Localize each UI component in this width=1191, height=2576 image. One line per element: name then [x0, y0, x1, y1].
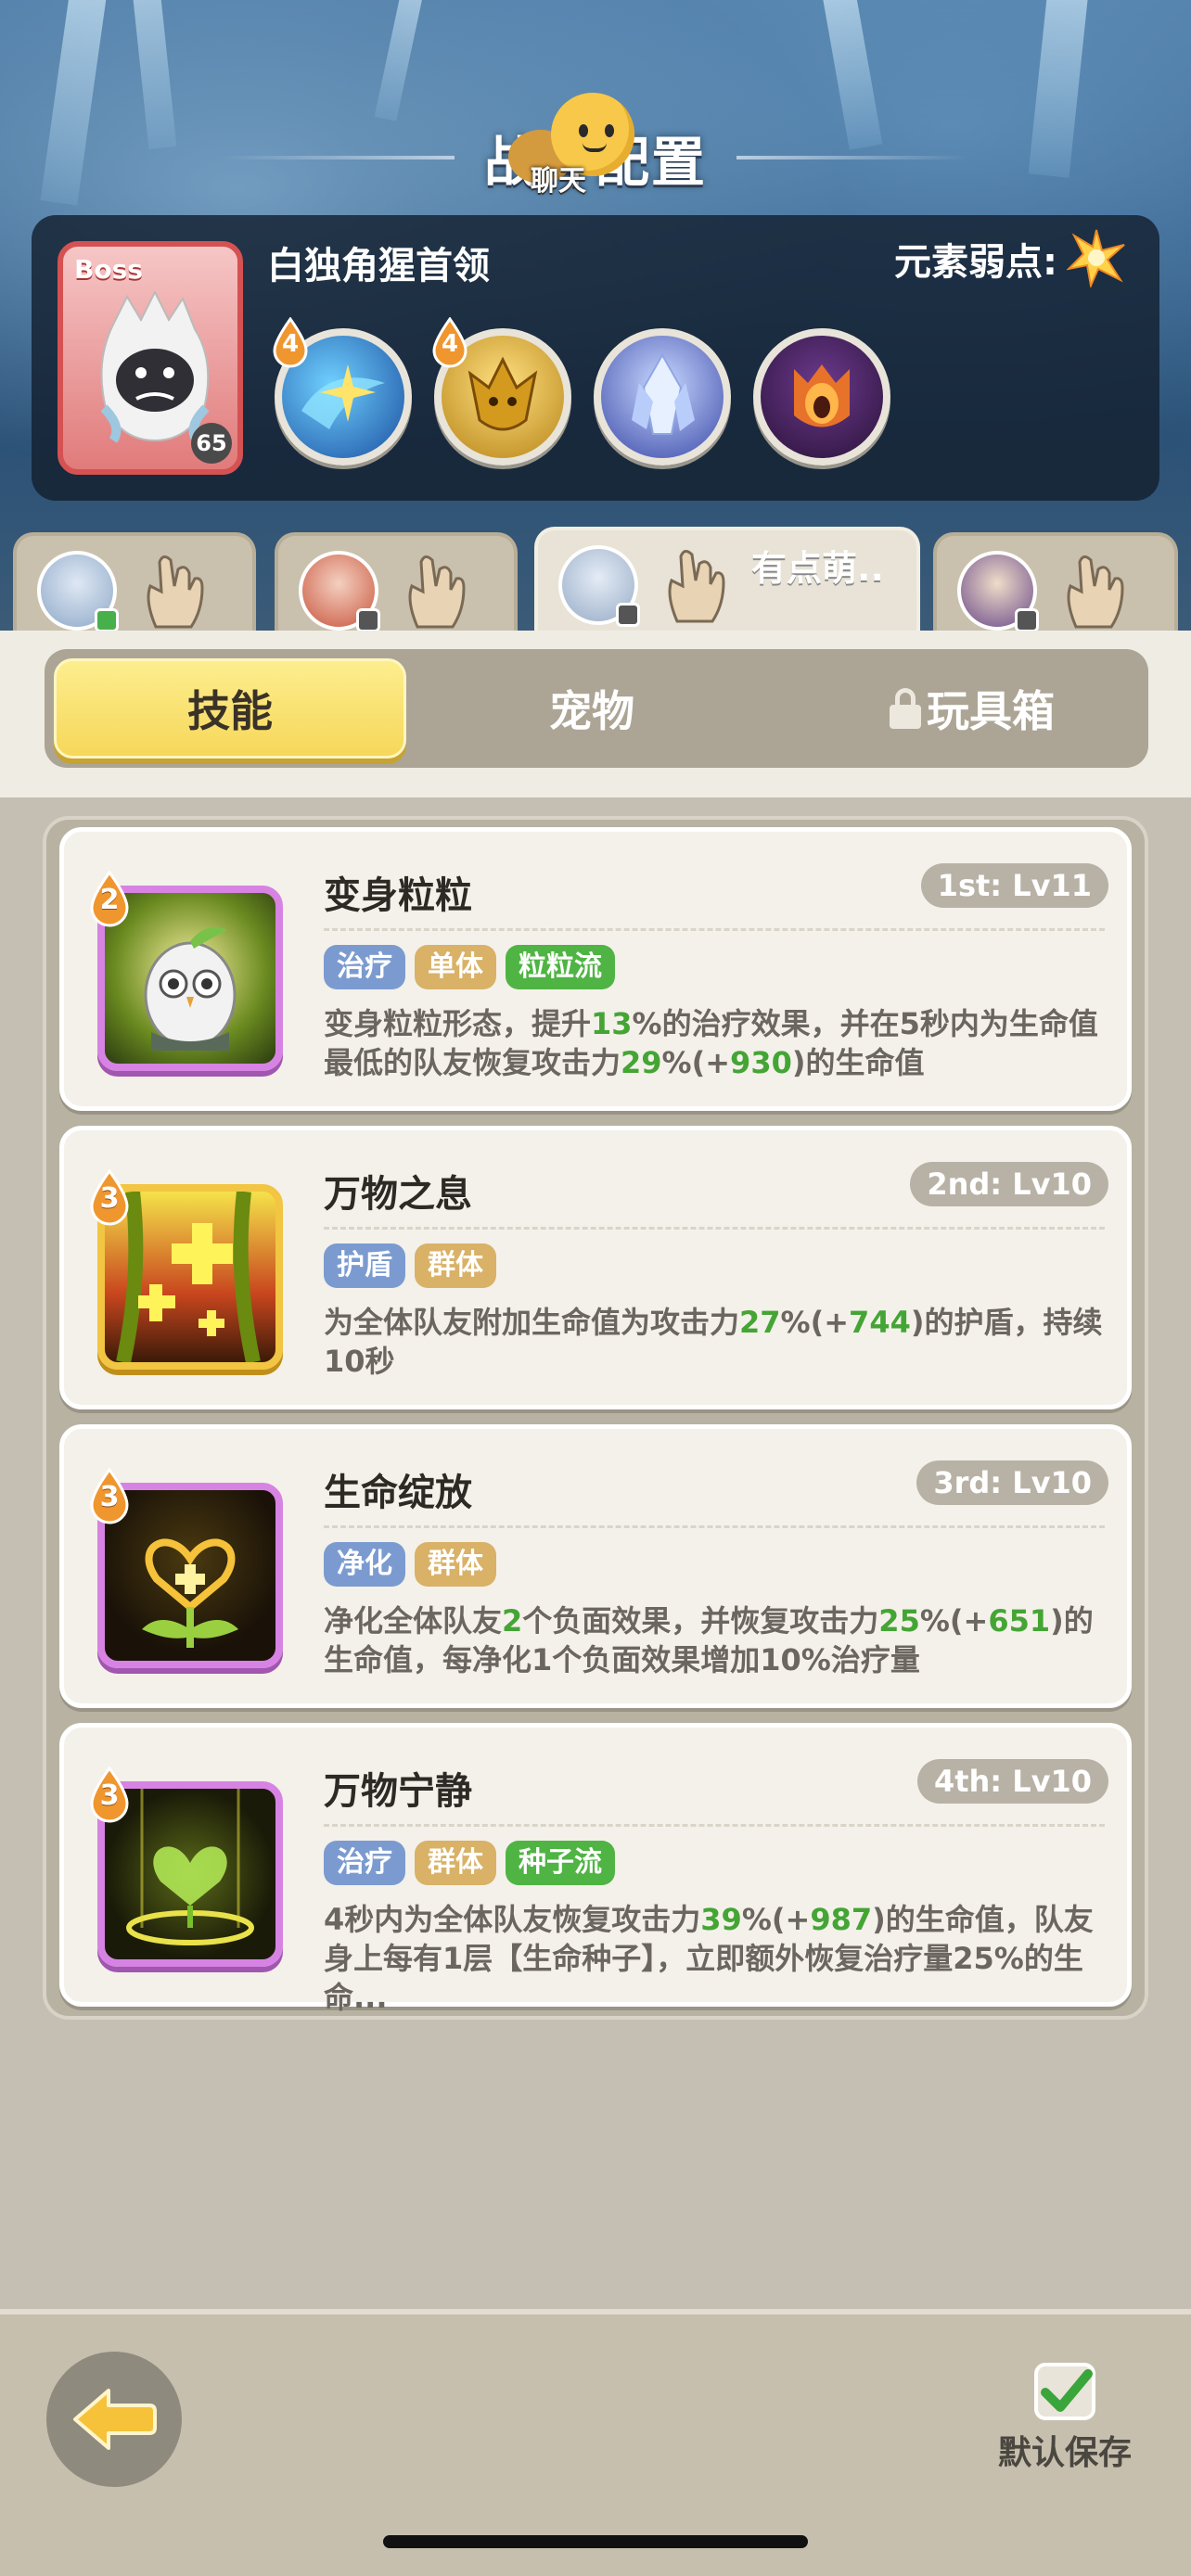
- skill-tag: 单体: [415, 945, 496, 989]
- boss-portrait-icon: [100, 289, 210, 443]
- hero-badge-icon: [616, 603, 640, 627]
- boss-panel: Boss 65 白独角猩首领 元素弱点: 4 4: [32, 215, 1159, 501]
- skill-tags: 治疗 单体 粒粒流: [324, 945, 615, 989]
- home-indicator: [383, 2535, 808, 2548]
- desc-text: 4秒内为全体队友恢复攻击力: [324, 1902, 701, 1937]
- skill-tag: 群体: [415, 1841, 496, 1885]
- tab-pets[interactable]: 宠物: [462, 658, 722, 759]
- skill-description: 为全体队友附加生命值为攻击力27%(+744)的护盾，持续10秒: [324, 1303, 1108, 1381]
- skill-tags: 护盾 群体: [324, 1243, 496, 1288]
- skill-description: 4秒内为全体队友恢复攻击力39%(+987)的生命值，队友身上每有1层【生命种子…: [324, 1900, 1108, 2017]
- chat-label: 聊天: [531, 165, 586, 198]
- tap-hand-icon: [408, 555, 466, 629]
- boss-name: 白独角猩首领: [267, 245, 490, 287]
- light-element-icon: [1067, 229, 1125, 287]
- cost-droplet-icon: [90, 871, 129, 927]
- desc-text: %(+: [741, 1902, 811, 1937]
- tab-skills[interactable]: 技能: [54, 658, 406, 759]
- tap-hand-icon: [1067, 555, 1124, 629]
- skill-name: 万物宁静: [324, 1770, 472, 1813]
- skill-card-1[interactable]: 2 变身粒粒 1st: Lv11 治疗 单体 粒粒流 变身粒粒形态，提升13%的…: [59, 827, 1132, 1111]
- hero-badge-icon: [356, 608, 380, 631]
- skill-tag: 净化: [324, 1542, 405, 1587]
- boss-tag: Boss: [74, 254, 143, 285]
- weakness-label: 元素弱点:: [894, 241, 1057, 284]
- desc-number: 744: [849, 1305, 911, 1340]
- dark-mask-icon: [794, 364, 850, 427]
- skill-tag: 治疗: [324, 1841, 405, 1885]
- skill-name: 万物之息: [324, 1173, 472, 1216]
- main-panel: 技能 宠物 玩具箱 2 变身粒粒 1st: Lv11 治疗 单体 粒粒流 变身粒…: [0, 631, 1191, 2309]
- skill-tag: 种子流: [506, 1841, 615, 1885]
- skill-name: 变身粒粒: [324, 874, 472, 917]
- boss-trait-3[interactable]: [594, 328, 731, 465]
- desc-text: 净化全体队友: [324, 1603, 503, 1639]
- desc-number: 987: [810, 1902, 873, 1937]
- default-save-label: 默认保存: [997, 2434, 1132, 2472]
- desc-number: 29: [621, 1045, 662, 1080]
- cost-droplet-icon: [90, 1766, 129, 1823]
- skill-rank: 2nd: Lv10: [910, 1162, 1108, 1206]
- boss-card[interactable]: Boss 65: [58, 241, 243, 475]
- trait-level-2: 4: [441, 330, 459, 358]
- skills-list: 2 变身粒粒 1st: Lv11 治疗 单体 粒粒流 变身粒粒形态，提升13%的…: [43, 816, 1148, 2020]
- skill-tag: 粒粒流: [506, 945, 615, 989]
- tap-hand-icon: [147, 555, 204, 629]
- cost-droplet-icon: [90, 1169, 129, 1226]
- desc-number: 13: [591, 1006, 633, 1041]
- back-button[interactable]: [46, 2352, 182, 2487]
- desc-text: 变身粒粒形态，提升: [324, 1006, 592, 1041]
- desc-number: 25: [878, 1603, 920, 1639]
- desc-text: %(+: [919, 1603, 989, 1639]
- skill-card-4[interactable]: 3 万物宁静 4th: Lv10 治疗 群体 种子流 4秒内为全体队友恢复攻击力…: [59, 1723, 1132, 2015]
- team-tab-4[interactable]: [933, 532, 1178, 631]
- desc-text: )的生命值: [791, 1045, 925, 1080]
- lock-icon: [890, 688, 921, 729]
- skill-tags: 治疗 群体 种子流: [324, 1841, 615, 1885]
- boss-trait-4[interactable]: [753, 328, 890, 465]
- skill-tag: 群体: [415, 1542, 496, 1587]
- checkbox-checked-icon: [1034, 2363, 1095, 2420]
- team-tab-name: 有点萌..: [751, 548, 884, 589]
- skill-tag: 护盾: [324, 1243, 405, 1288]
- default-save-button[interactable]: 默认保存: [972, 2363, 1158, 2474]
- skill-card-2[interactable]: 3 万物之息 2nd: Lv10 护盾 群体 为全体队友附加生命值为攻击力27%…: [59, 1126, 1132, 1409]
- skill-card-3[interactable]: 3 生命绽放 3rd: Lv10 净化 群体 净化全体队友2个负面效果，并恢复攻…: [59, 1424, 1132, 1708]
- battle-scene-background: 战斗配置 聊天 Boss 65 白独角猩首领 元素弱点:: [0, 0, 1191, 631]
- skill-tags: 净化 群体: [324, 1542, 496, 1587]
- skill-description: 净化全体队友2个负面效果，并恢复攻击力25%(+651)的生命值，每净化1个负面…: [324, 1601, 1108, 1679]
- desc-number: 27: [739, 1305, 781, 1340]
- ice-crystal-icon: [632, 352, 695, 435]
- tab-toybox[interactable]: 玩具箱: [824, 658, 1121, 759]
- team-tab-2[interactable]: [275, 532, 518, 631]
- desc-text: 个负面效果，并恢复攻击力: [522, 1603, 879, 1639]
- desc-number: 2: [502, 1603, 523, 1639]
- skill-rank: 3rd: Lv10: [916, 1460, 1108, 1505]
- cost-droplet-icon: [90, 1468, 129, 1524]
- trait-level-1: 4: [281, 330, 300, 358]
- desc-text: 为全体队友附加生命值为攻击力: [324, 1305, 740, 1340]
- skill-rank: 1st: Lv11: [920, 863, 1108, 908]
- skill-description: 变身粒粒形态，提升13%的治疗效果，并在5秒内为生命值最低的队友恢复攻击力29%…: [324, 1004, 1108, 1082]
- team-tab-1[interactable]: [13, 532, 256, 631]
- skill-tag: 群体: [415, 1243, 496, 1288]
- desc-text: %(+: [780, 1305, 850, 1340]
- skill-rank: 4th: Lv10: [916, 1759, 1108, 1804]
- hero-badge-icon: [95, 608, 119, 631]
- desc-number: 930: [730, 1045, 792, 1080]
- tap-hand-icon: [668, 550, 725, 623]
- tab-toybox-label: 玩具箱: [927, 686, 1055, 736]
- desc-number: 39: [700, 1902, 742, 1937]
- desc-text: %(+: [661, 1045, 731, 1080]
- skill-name: 生命绽放: [324, 1472, 472, 1514]
- back-arrow-icon: [73, 2389, 157, 2450]
- skill-tag: 治疗: [324, 945, 405, 989]
- team-tab-3[interactable]: 有点萌..: [534, 527, 920, 631]
- category-tabbar: 技能 宠物 玩具箱: [45, 649, 1148, 768]
- desc-number: 651: [988, 1603, 1051, 1639]
- hero-badge-icon: [1015, 608, 1039, 631]
- boss-level-badge: 65: [191, 423, 232, 464]
